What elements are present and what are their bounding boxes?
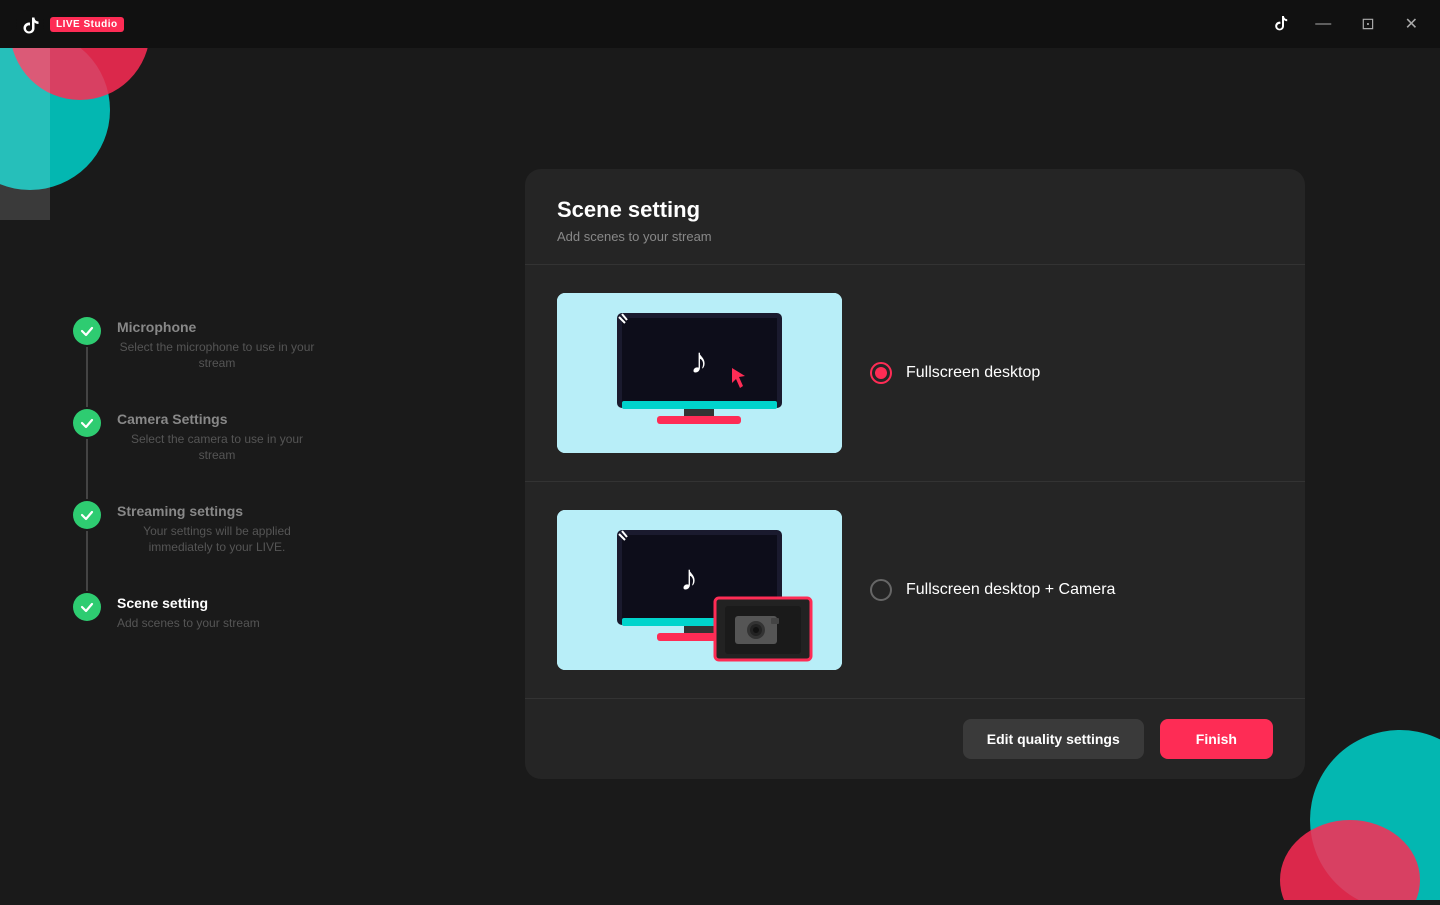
- panel-card: Scene setting Add scenes to your stream: [525, 169, 1305, 779]
- step-left-camera: [73, 409, 101, 501]
- radio-fullscreen-desktop[interactable]: [870, 362, 892, 384]
- panel-title: Scene setting: [557, 197, 1273, 223]
- scene-option-fullscreen[interactable]: ♪: [525, 265, 1305, 482]
- checkmark-icon: [79, 323, 95, 339]
- title-bar-left: LIVE Studio: [16, 10, 124, 38]
- step-desc-streaming: Your settings will be applied immediatel…: [117, 523, 317, 557]
- step-title-microphone: Microphone: [117, 319, 317, 335]
- step-line-2: [86, 439, 88, 499]
- step-desc-microphone: Select the microphone to use in your str…: [117, 339, 317, 373]
- tiktok-icon: [16, 10, 44, 38]
- finish-button[interactable]: Finish: [1160, 719, 1273, 759]
- step-title-scene: Scene setting: [117, 595, 260, 611]
- step-scene: Scene setting Add scenes to your stream: [73, 593, 317, 632]
- radio-label-camera[interactable]: Fullscreen desktop + Camera: [870, 579, 1273, 601]
- scene-options: ♪: [525, 265, 1305, 698]
- checkmark-icon-streaming: [79, 507, 95, 523]
- live-studio-badge: LIVE Studio: [50, 17, 124, 32]
- step-title-camera: Camera Settings: [117, 411, 317, 427]
- steps-container: Microphone Select the microphone to use …: [73, 317, 317, 632]
- step-camera: Camera Settings Select the camera to use…: [73, 409, 317, 501]
- radio-text-camera: Fullscreen desktop + Camera: [906, 581, 1115, 599]
- step-content-microphone: Microphone Select the microphone to use …: [117, 317, 317, 373]
- edit-quality-settings-button[interactable]: Edit quality settings: [963, 719, 1144, 759]
- radio-fullscreen-camera[interactable]: [870, 579, 892, 601]
- panel-footer: Edit quality settings Finish: [525, 698, 1305, 779]
- title-bar-right: — ⊡ ✕: [1269, 10, 1424, 38]
- svg-text:♪: ♪: [680, 557, 698, 598]
- step-desc-camera: Select the camera to use in your stream: [117, 431, 317, 465]
- step-streaming: Streaming settings Your settings will be…: [73, 501, 317, 593]
- step-left-microphone: [73, 317, 101, 409]
- step-circle-streaming: [73, 501, 101, 529]
- tiktok-logo-icon: [1269, 13, 1291, 35]
- scene-thumbnail-fullscreen: ♪: [557, 293, 842, 453]
- step-left-streaming: [73, 501, 101, 593]
- step-content-streaming: Streaming settings Your settings will be…: [117, 501, 317, 557]
- step-microphone: Microphone Select the microphone to use …: [73, 317, 317, 409]
- close-button[interactable]: ✕: [1399, 10, 1424, 38]
- scene-thumbnail-camera: ♪: [557, 510, 842, 670]
- scene-option-fullscreen-camera[interactable]: ♪: [525, 482, 1305, 698]
- step-desc-scene: Add scenes to your stream: [117, 615, 260, 632]
- step-title-streaming: Streaming settings: [117, 503, 317, 519]
- radio-label-fullscreen[interactable]: Fullscreen desktop: [870, 362, 1273, 384]
- sidebar: Microphone Select the microphone to use …: [0, 48, 390, 900]
- step-circle-scene: [73, 593, 101, 621]
- panel: Scene setting Add scenes to your stream: [390, 48, 1440, 900]
- radio-dot-fullscreen: [875, 367, 887, 379]
- step-left-scene: [73, 593, 101, 621]
- title-bar: LIVE Studio — ⊡ ✕: [0, 0, 1440, 48]
- step-line-3: [86, 531, 88, 591]
- panel-header: Scene setting Add scenes to your stream: [525, 169, 1305, 265]
- minimize-button[interactable]: —: [1309, 11, 1337, 37]
- checkmark-icon-scene: [79, 599, 95, 615]
- step-line-1: [86, 347, 88, 407]
- step-content-camera: Camera Settings Select the camera to use…: [117, 409, 317, 465]
- step-circle-camera: [73, 409, 101, 437]
- step-circle-microphone: [73, 317, 101, 345]
- radio-text-fullscreen: Fullscreen desktop: [906, 364, 1040, 382]
- step-content-scene: Scene setting Add scenes to your stream: [117, 593, 260, 632]
- checkmark-icon-camera: [79, 415, 95, 431]
- panel-subtitle: Add scenes to your stream: [557, 229, 1273, 244]
- svg-text:♪: ♪: [690, 340, 708, 381]
- main-content: Microphone Select the microphone to use …: [0, 48, 1440, 900]
- tiktok-logo: LIVE Studio: [16, 10, 124, 38]
- maximize-button[interactable]: ⊡: [1355, 10, 1380, 38]
